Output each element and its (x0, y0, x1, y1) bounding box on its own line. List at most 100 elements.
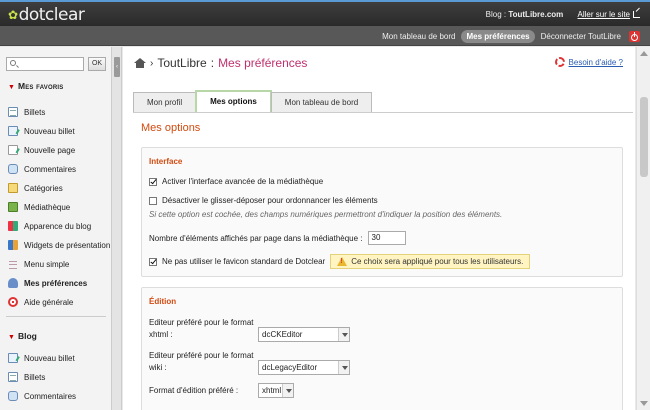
scroll-thumb[interactable] (640, 97, 648, 177)
sidebar-item-media[interactable]: Médiathèque (8, 200, 70, 214)
scroll-up-icon[interactable] (640, 51, 648, 56)
breadcrumb-chevron-icon: › (150, 57, 154, 69)
sidebar-item-general-help[interactable]: Aide générale (8, 295, 73, 309)
posts-icon (8, 107, 18, 117)
favorites-title-label: Mes favoris (17, 81, 64, 91)
home-icon[interactable] (134, 58, 146, 68)
warning-badge: Ce choix sera appliqué pour tous les uti… (330, 254, 531, 269)
lifebuoy-icon (554, 57, 565, 67)
interface-title: Interface (149, 157, 183, 166)
sidebar-item-label: Widgets de présentation (24, 240, 111, 250)
wiki-editor-label: Editeur préféré pour le format wiki : (149, 351, 254, 372)
tab-profile[interactable]: Mon profil (133, 92, 197, 112)
favorites-section-title[interactable]: ▼ Mes favoris (8, 81, 63, 91)
edition-fieldset: Édition Editeur préféré pour le format x… (141, 287, 623, 410)
sidebar-item-simple-menu[interactable]: Menu simple (8, 257, 69, 271)
help-link-label: Besoin d'aide ? (568, 57, 623, 67)
dragdrop-label: Désactiver le glisser-déposer pour ordon… (162, 196, 378, 205)
help-icon (8, 297, 18, 307)
appearance-icon (8, 221, 18, 231)
dragdrop-option[interactable]: Désactiver le glisser-déposer pour ordon… (149, 196, 378, 205)
sidebar-item-label: Médiathèque (24, 202, 71, 212)
wiki-editor-select[interactable]: dcLegacyEditor (258, 360, 350, 375)
xhtml-editor-label: Editeur préféré pour le format xhtml : (149, 318, 254, 339)
sidebar-toggle[interactable]: ‹ (112, 47, 122, 410)
sidebar-item-new-post[interactable]: Nouveau billet (8, 124, 75, 138)
per-page-row: Nombre d'éléments affichés par page dans… (149, 231, 406, 245)
sidebar-item-blog-comments[interactable]: Commentaires (8, 389, 76, 403)
power-icon[interactable] (629, 31, 640, 42)
dotclear-logo[interactable]: ✿dotclear (8, 5, 85, 25)
xhtml-editor-value: dcCKEditor (262, 330, 303, 339)
search-ok-button[interactable]: OK (88, 57, 106, 71)
preferences-link[interactable]: Mes préférences (461, 30, 535, 43)
scrollbar[interactable] (636, 47, 650, 410)
sidebar-item-label: Commentaires (24, 164, 77, 174)
sidebar-item-label: Nouveau billet (24, 353, 75, 363)
tab-bar: Mon profil Mes options Mon tableau de bo… (133, 90, 373, 112)
sidebar-item-blog-new-post[interactable]: Nouveau billet (8, 351, 75, 365)
favicon-label: Ne pas utiliser le favicon standard de D… (162, 257, 326, 266)
sidebar-item-my-preferences[interactable]: Mes préférences (8, 276, 87, 290)
main-content: › ToutLibre : Mes préférences Besoin d'a… (123, 47, 635, 410)
posts-icon (8, 372, 18, 382)
per-page-label: Nombre d'éléments affichés par page dans… (149, 233, 363, 243)
search-icon (10, 60, 16, 66)
tab-underline (133, 112, 633, 113)
blog-section-title[interactable]: ▼ Blog (8, 331, 37, 341)
dragdrop-checkbox[interactable] (149, 196, 157, 205)
sidebar-item-new-page[interactable]: Nouvelle page (8, 143, 75, 157)
sidebar-item-label: Apparence du blog (24, 221, 92, 231)
sidebar-item-label: Menu simple (24, 259, 70, 269)
format-select[interactable]: xhtml (258, 383, 294, 398)
chevron-left-icon: ‹ (114, 57, 120, 77)
tab-options[interactable]: Mes options (195, 90, 272, 112)
sidebar: OK ▼ Mes favoris Billets Nouveau billet N… (0, 47, 112, 410)
chevron-down-icon (338, 361, 349, 374)
go-to-site-link[interactable]: Aller sur le site (578, 10, 640, 19)
comments-icon (8, 164, 18, 174)
new-post-icon (8, 126, 18, 136)
interface-fieldset: Interface Activer l'interface avancée de… (141, 147, 623, 277)
collapse-triangle-icon: ▼ (8, 84, 15, 91)
sidebar-item-blog-posts[interactable]: Billets (8, 370, 45, 384)
external-link-icon (633, 11, 640, 18)
wiki-editor-value: dcLegacyEditor (262, 363, 318, 372)
search-input[interactable] (6, 57, 84, 71)
categories-icon (8, 183, 18, 193)
sidebar-item-label: Nouvelle page (24, 145, 76, 155)
sidebar-item-posts[interactable]: Billets (8, 105, 45, 119)
menu-icon (8, 259, 18, 269)
warning-text: Ce choix sera appliqué pour tous les uti… (351, 257, 524, 266)
format-label: Format d'édition préféré : (149, 386, 239, 395)
dashboard-link[interactable]: Mon tableau de bord (382, 32, 455, 41)
sidebar-item-label: Mes préférences (24, 278, 88, 288)
user-nav-bar: Mon tableau de bord Mes préférences Déco… (0, 26, 650, 46)
sidebar-item-categories[interactable]: Catégories (8, 181, 63, 195)
collapse-triangle-icon: ▼ (8, 334, 15, 341)
favicon-option: Ne pas utiliser le favicon standard de D… (149, 254, 531, 269)
media-advanced-option[interactable]: Activer l'interface avancée de la médiat… (149, 177, 323, 186)
per-page-input[interactable]: 30 (367, 231, 406, 245)
media-advanced-label: Activer l'interface avancée de la médiat… (162, 177, 324, 186)
sidebar-item-widgets[interactable]: Widgets de présentation (8, 238, 110, 252)
breadcrumb-site[interactable]: ToutLibre (157, 56, 206, 70)
sidebar-item-label: Billets (24, 107, 46, 117)
media-advanced-checkbox[interactable] (149, 177, 157, 186)
xhtml-editor-select[interactable]: dcCKEditor (258, 327, 350, 342)
dragdrop-note: Si cette option est cochée, des champs n… (149, 210, 503, 219)
sidebar-item-appearance[interactable]: Apparence du blog (8, 219, 91, 233)
tab-dashboard[interactable]: Mon tableau de bord (270, 92, 373, 112)
help-link[interactable]: Besoin d'aide ? (554, 57, 623, 67)
flower-icon: ✿ (8, 8, 18, 22)
edition-title: Édition (149, 297, 177, 306)
favicon-checkbox[interactable] (149, 257, 157, 266)
scroll-down-icon[interactable] (640, 401, 648, 406)
sidebar-item-comments[interactable]: Commentaires (8, 162, 76, 176)
logout-link[interactable]: Déconnecter ToutLibre (541, 32, 621, 41)
sidebar-divider (6, 316, 106, 317)
sidebar-item-label: Catégories (24, 183, 63, 193)
breadcrumb: › ToutLibre : Mes préférences (134, 56, 307, 70)
logo-text: dotclear (18, 5, 85, 25)
comments-icon (8, 391, 18, 401)
